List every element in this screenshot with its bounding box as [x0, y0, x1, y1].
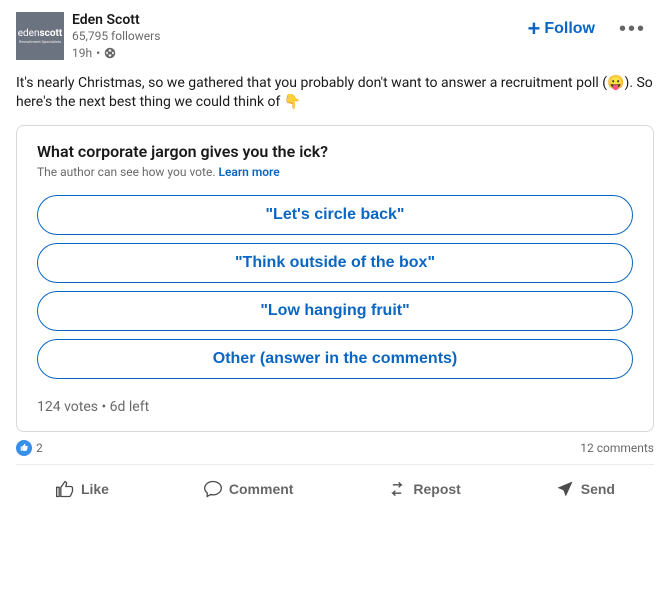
send-button[interactable]: Send — [543, 469, 627, 509]
poll-card: What corporate jargon gives you the ick?… — [16, 125, 654, 432]
poll-stats: 124 votes • 6d left — [37, 399, 633, 415]
author-name[interactable]: Eden Scott — [72, 12, 519, 28]
send-icon — [555, 479, 575, 499]
comment-button[interactable]: Comment — [191, 469, 306, 509]
post-header: edenscott Recruitment Specialists Eden S… — [16, 12, 654, 62]
social-row: 2 12 comments — [0, 432, 670, 460]
post-time: 19h• — [72, 45, 519, 62]
poll-option[interactable]: "Low hanging fruit" — [37, 291, 633, 331]
poll-option[interactable]: Other (answer in the comments) — [37, 339, 633, 379]
poll-option[interactable]: "Let's circle back" — [37, 195, 633, 235]
avatar[interactable]: edenscott Recruitment Specialists — [16, 12, 64, 60]
post-content: It's nearly Christmas, so we gathered th… — [16, 74, 654, 113]
reaction-count: 2 — [36, 441, 43, 455]
reactions[interactable]: 2 — [16, 440, 43, 456]
repost-icon — [387, 479, 407, 499]
plus-icon: + — [527, 18, 540, 40]
more-button[interactable]: ••• — [611, 14, 654, 45]
followers-count: 65,795 followers — [72, 28, 519, 45]
globe-icon — [104, 47, 116, 59]
like-button[interactable]: Like — [43, 469, 121, 509]
like-reaction-icon — [16, 440, 32, 456]
follow-button[interactable]: +Follow — [519, 12, 603, 46]
post-meta: Eden Scott 65,795 followers 19h• — [72, 12, 519, 62]
poll-hint: The author can see how you vote. Learn m… — [37, 165, 633, 179]
poll-option[interactable]: "Think outside of the box" — [37, 243, 633, 283]
comment-icon — [203, 479, 223, 499]
poll-question: What corporate jargon gives you the ick? — [37, 142, 633, 161]
repost-button[interactable]: Repost — [375, 469, 472, 509]
like-icon — [55, 479, 75, 499]
comments-count[interactable]: 12 comments — [580, 441, 654, 455]
poll-options: "Let's circle back" "Think outside of th… — [37, 195, 633, 379]
learn-more-link[interactable]: Learn more — [218, 165, 279, 179]
action-bar: Like Comment Repost Send — [0, 465, 670, 517]
